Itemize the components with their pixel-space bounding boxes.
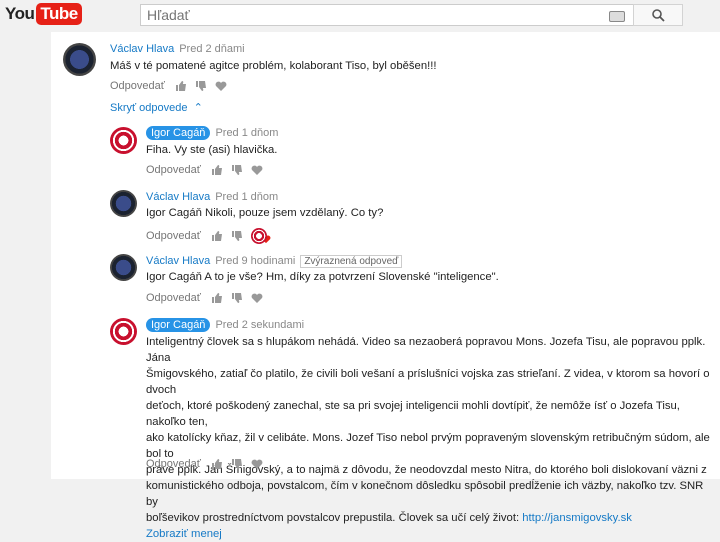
thumbs-down-icon[interactable]	[231, 164, 243, 176]
reply-button[interactable]: Odpovedať	[146, 292, 201, 304]
hide-replies-toggle[interactable]: Skryť odpovede ⌃	[110, 101, 203, 114]
author-name[interactable]: Václav Hlava	[110, 43, 174, 55]
reply-button[interactable]: Odpovedať	[146, 458, 201, 470]
timestamp[interactable]: Pred 1 dňom	[215, 191, 278, 203]
comment-text: Inteligentný človek sa s hlupákom nehádá…	[146, 334, 716, 542]
thumbs-up-icon[interactable]	[211, 164, 223, 176]
creator-heart-avatar	[250, 227, 267, 244]
hide-replies-label: Skryť odpovede	[110, 102, 188, 114]
comments-panel: Václav Hlava Pred 2 dňami Máš v té pomate…	[51, 32, 720, 540]
heart-icon[interactable]	[215, 81, 227, 92]
author-name[interactable]: Igor Cagáň	[146, 126, 211, 140]
timestamp[interactable]: Pred 9 hodinami	[215, 255, 295, 267]
thumbs-down-icon[interactable]	[195, 80, 207, 92]
comment-text-line: deťoch, ktoré poškodený zanechal, ste sa…	[146, 400, 680, 428]
logo-tube: Tube	[36, 3, 82, 25]
timestamp[interactable]: Pred 1 dňom	[215, 127, 278, 139]
search-button[interactable]	[633, 4, 683, 26]
highlighted-reply-badge: Zvýraznená odpoveď	[300, 255, 403, 268]
comment-actions: Odpovedať	[110, 80, 235, 92]
comment-text-line-part: boľševikov prostredníctvom povstalcov pr…	[146, 512, 523, 524]
heart-icon[interactable]	[251, 293, 263, 304]
thumbs-up-icon[interactable]	[211, 458, 223, 470]
thumbs-up-icon[interactable]	[211, 230, 223, 242]
avatar[interactable]	[110, 318, 137, 345]
avatar[interactable]	[110, 254, 137, 281]
comment-header: Igor Cagáň Pred 1 dňom	[146, 126, 278, 140]
avatar[interactable]	[110, 127, 137, 154]
chevron-up-icon: ⌃	[193, 102, 203, 114]
comment-actions: Odpovedať	[146, 292, 271, 304]
author-name[interactable]: Václav Hlava	[146, 255, 210, 267]
reply-button[interactable]: Odpovedať	[146, 230, 201, 242]
youtube-logo[interactable]: You Tube	[5, 3, 82, 25]
comment-actions: Odpovedať	[146, 458, 271, 470]
search-box	[140, 4, 634, 26]
heart-icon[interactable]	[251, 165, 263, 176]
comment-text-line: Inteligentný človek sa s hlupákom nehádá…	[146, 336, 706, 364]
comment-header: Igor Cagáň Pred 2 sekundami	[146, 318, 304, 332]
comment-header: Václav Hlava Pred 1 dňom	[146, 191, 278, 203]
search-icon	[652, 9, 665, 22]
comment-actions: Odpovedať	[146, 164, 271, 176]
timestamp[interactable]: Pred 2 sekundami	[215, 319, 304, 331]
logo-you: You	[5, 4, 35, 23]
reply-button[interactable]: Odpovedať	[110, 80, 165, 92]
comment-text-line: komunistického odboja, povstalcom, čím v…	[146, 480, 704, 508]
comment-text: Máš v té pomatené agitce problém, kolabo…	[110, 60, 437, 72]
comment-actions: Odpovedať	[146, 227, 279, 244]
top-bar: You Tube	[0, 0, 720, 32]
thumbs-down-icon[interactable]	[231, 292, 243, 304]
thumbs-down-icon[interactable]	[231, 458, 243, 470]
comment-text: Fiha. Vy ste (asi) hlavička.	[146, 144, 278, 156]
comment-header: Václav Hlava Pred 2 dňami	[110, 43, 245, 55]
author-name[interactable]: Igor Cagáň	[146, 318, 211, 332]
timestamp[interactable]: Pred 2 dňami	[179, 43, 244, 55]
avatar[interactable]	[63, 43, 96, 76]
thumbs-down-icon[interactable]	[231, 230, 243, 242]
comment-text: Igor Cagáň Nikoli, pouze jsem vzdělaný. …	[146, 207, 384, 219]
thumbs-up-icon[interactable]	[175, 80, 187, 92]
thumbs-up-icon[interactable]	[211, 292, 223, 304]
comment-text-line: boľševikov prostredníctvom povstalcov pr…	[146, 510, 716, 526]
keyboard-icon[interactable]	[609, 11, 625, 22]
reply-button[interactable]: Odpovedať	[146, 164, 201, 176]
comment-text-line: Šmigovského, zatiaľ čo platilo, že civil…	[146, 368, 710, 396]
heart-icon[interactable]	[251, 459, 263, 470]
comment-text: Igor Cagáň A to je vše? Hm, díky za potv…	[146, 271, 499, 283]
comment-header: Václav Hlava Pred 9 hodinami Zvýraznená od…	[146, 255, 403, 268]
show-less-link[interactable]: Zobraziť menej	[146, 526, 716, 542]
external-link[interactable]: http://jansmigovsky.sk	[522, 512, 632, 524]
author-name[interactable]: Václav Hlava	[146, 191, 210, 203]
search-input[interactable]	[141, 5, 587, 25]
avatar[interactable]	[110, 190, 137, 217]
